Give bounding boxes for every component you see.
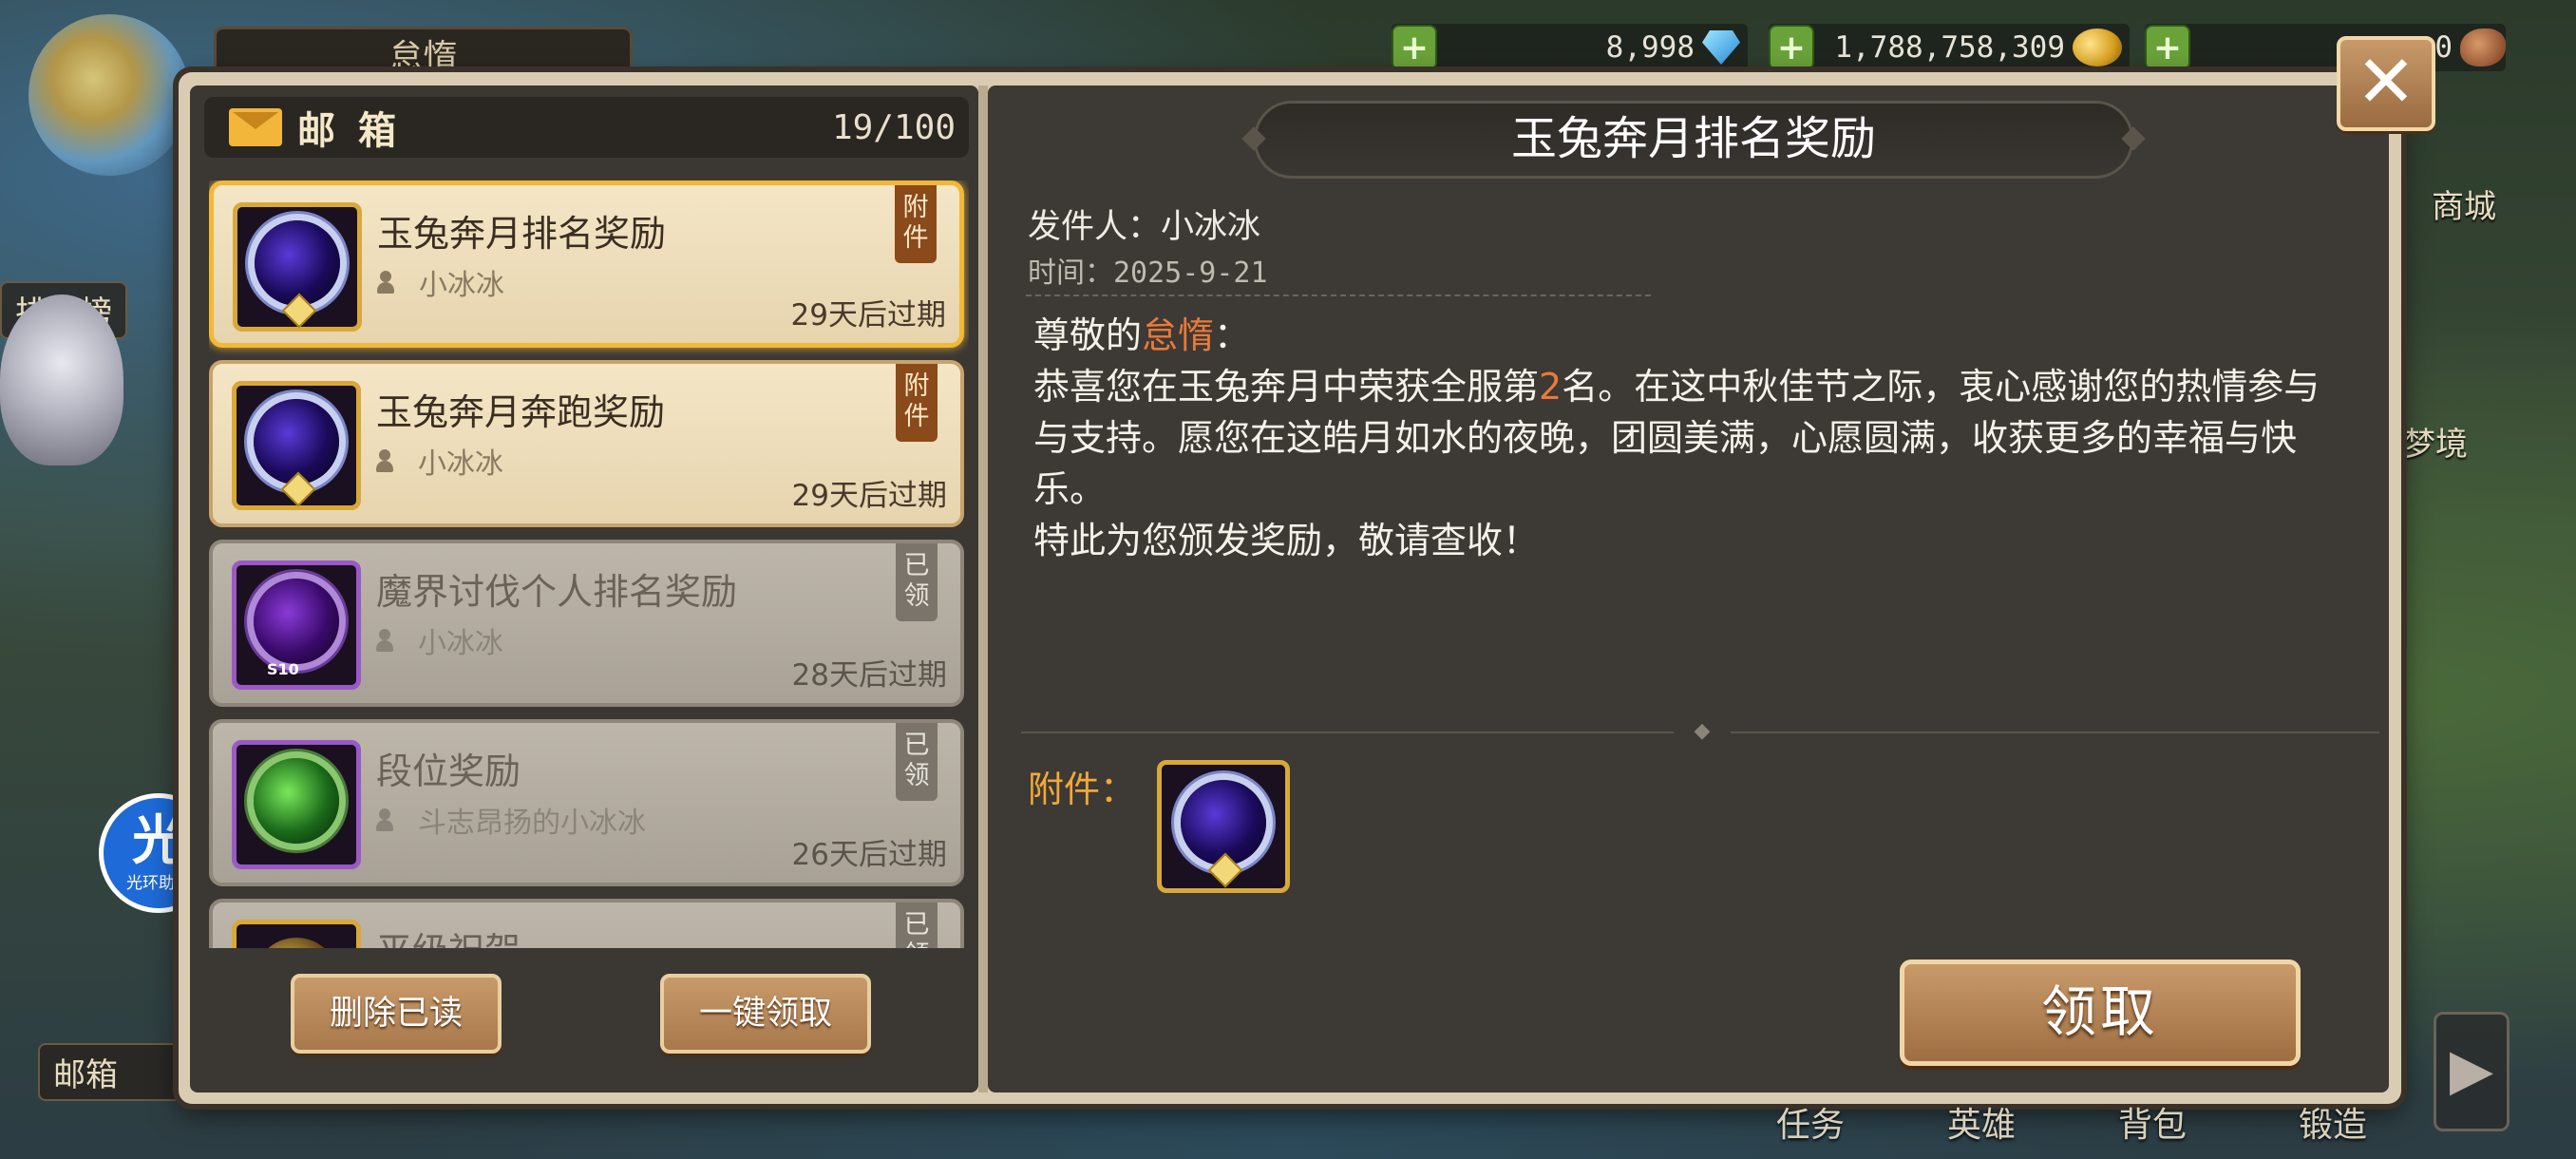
dream-button[interactable]: 梦境	[2403, 418, 2468, 465]
gold-coin-icon	[2073, 28, 2122, 66]
claim-button[interactable]: 领取	[1900, 960, 2301, 1066]
person-icon	[377, 271, 394, 294]
gold-count: 1,788,758,309	[1834, 30, 2065, 65]
food-resource: + 0	[2145, 24, 2506, 71]
gold-medal-icon	[232, 920, 361, 948]
mail-body: 尊敬的怠惰： 恭喜您在玉兔奔月中荣获全服第2名。在这中秋佳节之际，衷心感谢您的热…	[1033, 310, 2335, 566]
claimed-tag: 已领	[896, 543, 938, 621]
claimed-tag: 已领	[896, 902, 938, 948]
claim-all-button[interactable]: 一键领取	[660, 974, 871, 1054]
mail-item[interactable]: 段位奖励 斗志昂扬的小冰冰 26天后过期 已领	[209, 719, 964, 886]
mailbox-header: 邮箱 19/100	[204, 97, 969, 158]
close-button[interactable]: ✕	[2337, 36, 2435, 131]
add-gold-button[interactable]: +	[1769, 25, 1814, 70]
claimed-tag: 已领	[896, 723, 938, 801]
mail-item[interactable]: 平级祝贺 已领	[209, 899, 964, 948]
greeting-line: 尊敬的怠惰：	[1033, 314, 1251, 356]
add-gems-button[interactable]: +	[1392, 25, 1437, 70]
nav-bag[interactable]: 背包	[2118, 1097, 2187, 1147]
mail-item-sender: 斗志昂扬的小冰冰	[376, 799, 646, 841]
mail-time: 时间：2025-9-21	[1028, 256, 1268, 290]
player-avatar[interactable]	[28, 14, 190, 176]
envelope-icon	[229, 108, 282, 146]
mail-item-title: 段位奖励	[376, 750, 521, 792]
mail-item-sender: 小冰冰	[376, 619, 503, 661]
person-icon	[376, 449, 393, 472]
attachment-tag: 附件	[895, 185, 937, 263]
helper-glyph: 光	[132, 809, 185, 872]
purple-s10-medal-icon: S10	[232, 560, 361, 690]
mail-item-expiry: 29天后过期	[791, 479, 947, 513]
mailbox-title: 邮箱	[297, 109, 419, 153]
ornament-icon: ◆	[1674, 721, 1731, 742]
mail-item-expiry: 29天后过期	[790, 298, 946, 332]
mail-item-expiry: 26天后过期	[791, 838, 947, 872]
mail-sender: 发件人：小冰冰	[1028, 208, 1261, 246]
meat-icon	[2460, 28, 2506, 66]
nav-quests[interactable]: 任务	[1776, 1097, 1845, 1147]
mail-item[interactable]: S10 魔界讨伐个人排名奖励 小冰冰 28天后过期 已领	[209, 540, 964, 707]
green-laurel-medal-icon	[232, 740, 361, 869]
attachment-tag: 附件	[896, 364, 938, 442]
cat-mascot-icon[interactable]	[0, 294, 123, 466]
gem-resource: + 8,998	[1392, 24, 1748, 71]
mail-item-sender: 小冰冰	[377, 261, 504, 303]
pane-divider	[978, 86, 988, 1092]
mail-item-title: 玉兔奔月排名奖励	[377, 213, 667, 255]
next-arrow-icon[interactable]: ▶	[2434, 1012, 2510, 1131]
mail-detail-title: 玉兔奔月排名奖励	[1254, 101, 2133, 179]
attachment-medal-icon[interactable]	[1157, 760, 1290, 893]
rank-number: 2	[1539, 366, 1563, 408]
mail-item[interactable]: 玉兔奔月排名奖励 小冰冰 29天后过期 附件	[209, 180, 964, 348]
mail-item-expiry: 28天后过期	[791, 658, 947, 693]
mail-item-title: 魔界讨伐个人排名奖励	[376, 571, 738, 613]
nav-heroes[interactable]: 英雄	[1947, 1097, 2016, 1147]
mail-list[interactable]: 玉兔奔月排名奖励 小冰冰 29天后过期 附件 玉兔奔月奔跑奖励 小冰冰 29天后…	[209, 180, 969, 948]
person-icon	[376, 808, 393, 831]
attachment-label: 附件：	[1028, 769, 1137, 810]
delete-read-button[interactable]: 删除已读	[291, 974, 502, 1054]
shop-button[interactable]: 商城	[2432, 180, 2496, 227]
mail-count: 19/100	[831, 107, 956, 147]
person-icon	[376, 629, 393, 652]
body-paragraph: 恭喜您在玉兔奔月中荣获全服第2名。在这中秋佳节之际，衷心感谢您的热情参与与支持。…	[1033, 366, 2320, 510]
blue-ring-medal-icon	[233, 202, 362, 332]
gold-resource: + 1,788,758,309	[1769, 24, 2130, 71]
gem-count: 8,998	[1605, 30, 1695, 65]
add-food-button[interactable]: +	[2145, 25, 2190, 70]
food-count: 0	[2434, 30, 2453, 65]
meta-divider	[1026, 294, 1651, 298]
mail-item-sender: 小冰冰	[376, 440, 503, 482]
gem-icon	[1702, 30, 1740, 65]
nav-forge[interactable]: 锻造	[2299, 1097, 2367, 1147]
mail-item-title: 平级祝贺	[376, 922, 521, 948]
mail-item[interactable]: 玉兔奔月奔跑奖励 小冰冰 29天后过期 附件	[209, 360, 964, 527]
recipient-name: 怠惰	[1142, 314, 1215, 356]
mail-item-title: 玉兔奔月奔跑奖励	[376, 391, 666, 433]
closing-line: 特此为您颁发奖励，敬请查收！	[1033, 520, 1540, 561]
blue-ring-medal-icon	[232, 381, 361, 510]
